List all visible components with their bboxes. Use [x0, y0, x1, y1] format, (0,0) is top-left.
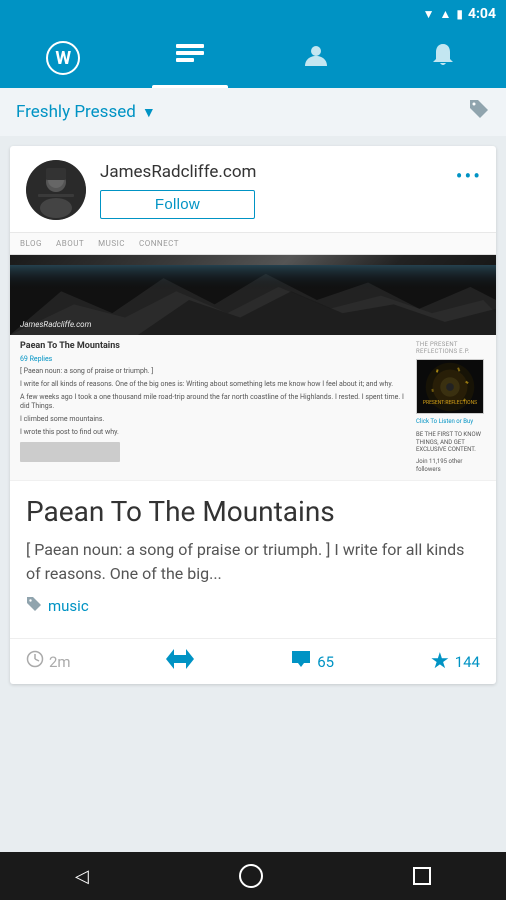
tag-icon-post — [26, 596, 42, 616]
side-title: THE PRESENT REFLECTIONS E.P. — [416, 341, 486, 355]
blog-preview-side: THE PRESENT REFLECTIONS E.P. — [416, 341, 486, 474]
preview-article-title: Paean To The Mountains — [20, 341, 406, 351]
bell-icon — [431, 42, 455, 74]
nav-about: ABOUT — [56, 239, 84, 248]
recents-button[interactable] — [413, 867, 431, 885]
star-icon: ★ — [430, 649, 450, 674]
battery-icon: ▮ — [456, 7, 463, 21]
header-title-group[interactable]: Freshly Pressed ▼ — [16, 102, 156, 122]
status-icons: ▼ ▲ ▮ 4:04 — [423, 6, 496, 22]
status-time: 4:04 — [468, 6, 496, 22]
time-label: 2m — [49, 653, 71, 671]
profile-icon — [303, 42, 329, 74]
preview-body-4: I climbed some mountains. — [20, 415, 406, 425]
reader-icon — [176, 44, 204, 72]
nav-item-wordpress[interactable]: W — [0, 28, 127, 88]
blog-name: JamesRadcliffe.com — [100, 162, 256, 182]
preview-body-5: I wrote this post to find out why. — [20, 428, 406, 438]
comment-icon — [290, 649, 312, 674]
wifi-icon: ▼ — [423, 7, 435, 21]
blog-card: JamesRadcliffe.com Follow ••• BLOG ABOUT… — [10, 146, 496, 684]
nav-blog: BLOG — [20, 239, 42, 248]
blog-preview-text: Paean To The Mountains 69 Replies [ Paea… — [20, 341, 406, 474]
preview-body-3: A few weeks ago I took a one thousand mi… — [20, 393, 406, 413]
blog-hero-image: JamesRadcliffe.com — [10, 255, 496, 335]
post-footer: 2m 65 ★ 144 — [10, 638, 496, 684]
star-count: 144 — [455, 653, 480, 671]
nav-item-reader[interactable] — [127, 28, 254, 88]
post-section: Paean To The Mountains [ Paean noun: a s… — [10, 480, 496, 639]
album-text: PRESENT:REFLECTIONS — [417, 397, 483, 410]
preview-body-1: [ Paean noun: a song of praise or triump… — [20, 367, 406, 377]
tag-label[interactable]: music — [48, 597, 89, 615]
avatar — [26, 160, 86, 220]
star-item[interactable]: ★ 144 — [430, 649, 480, 674]
signal-icon: ▲ — [439, 7, 451, 21]
nav-connect: CONNECT — [139, 239, 179, 248]
header-row: Freshly Pressed ▼ — [0, 88, 506, 136]
blog-profile: JamesRadcliffe.com Follow ••• — [10, 146, 496, 232]
nav-item-profile[interactable] — [253, 28, 380, 88]
side-listen-text: Click To Listen or Buy — [416, 418, 486, 426]
wordpress-icon: W — [46, 41, 80, 75]
dropdown-icon: ▼ — [142, 104, 156, 121]
status-bar: ▼ ▲ ▮ 4:04 — [0, 0, 506, 28]
more-options-button[interactable]: ••• — [456, 164, 482, 188]
tag-icon[interactable] — [468, 98, 490, 126]
side-exclusive-text: BE THE FIRST TO KNOW THINGS, AND GET EXC… — [416, 431, 486, 454]
post-title: Paean To The Mountains — [26, 495, 480, 529]
time-item: 2m — [26, 650, 71, 673]
nav-bar: W — [0, 28, 506, 88]
follow-button[interactable]: Follow — [100, 190, 255, 219]
preview-replies: 69 Replies — [20, 355, 406, 363]
blog-preview-content: Paean To The Mountains 69 Replies [ Paea… — [10, 335, 496, 480]
clock-icon — [26, 650, 44, 673]
blog-preview: BLOG ABOUT MUSIC CONNECT JamesRa — [10, 232, 496, 480]
nav-music: MUSIC — [98, 239, 125, 248]
home-button[interactable] — [239, 864, 263, 888]
preview-thumbnail — [20, 442, 120, 462]
system-bar: ◁ — [0, 852, 506, 900]
hero-text: JamesRadcliffe.com — [20, 320, 91, 329]
blog-nav-mini: BLOG ABOUT MUSIC CONNECT — [10, 233, 496, 255]
freshly-pressed-title: Freshly Pressed — [16, 102, 136, 122]
post-tag: music — [26, 596, 480, 616]
comments-item[interactable]: 65 — [290, 649, 334, 674]
album-art: PRESENT:REFLECTIONS — [416, 359, 484, 414]
preview-body-2: I write for all kinds of reasons. One of… — [20, 380, 406, 390]
avatar-image — [26, 160, 86, 220]
post-excerpt: [ Paean noun: a song of praise or triump… — [26, 538, 480, 586]
back-button[interactable]: ◁ — [75, 866, 89, 887]
side-follower-count: Join 11,195 other followers — [416, 458, 486, 474]
blog-name-follow: JamesRadcliffe.com Follow — [100, 162, 256, 219]
nav-item-notifications[interactable] — [380, 28, 506, 88]
reblog-item[interactable] — [166, 649, 194, 674]
comments-count: 65 — [317, 653, 334, 671]
reblog-icon — [166, 649, 194, 674]
